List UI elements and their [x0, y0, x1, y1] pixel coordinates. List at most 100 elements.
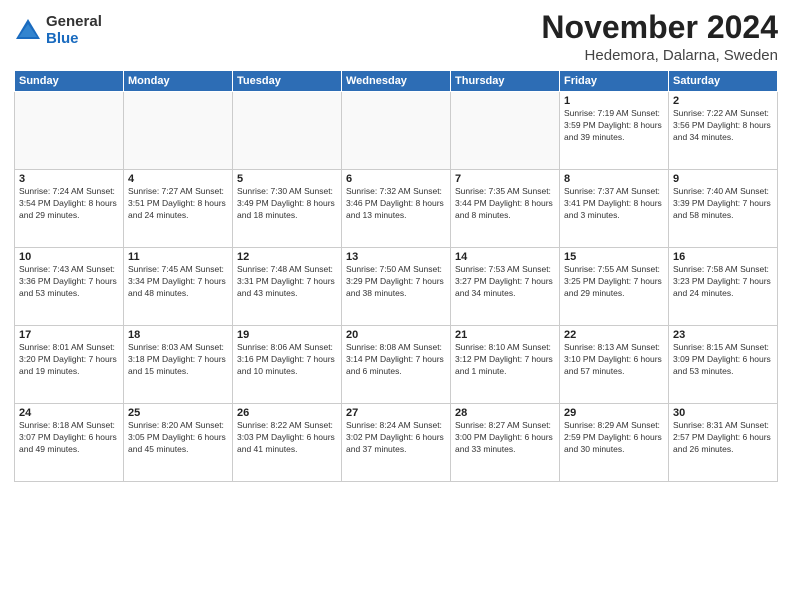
table-row: 3Sunrise: 7:24 AM Sunset: 3:54 PM Daylig…: [15, 170, 124, 248]
table-row: 29Sunrise: 8:29 AM Sunset: 2:59 PM Dayli…: [560, 404, 669, 482]
table-row: 21Sunrise: 8:10 AM Sunset: 3:12 PM Dayli…: [451, 326, 560, 404]
table-row: 10Sunrise: 7:43 AM Sunset: 3:36 PM Dayli…: [15, 248, 124, 326]
day-number: 29: [564, 407, 664, 419]
table-row: 23Sunrise: 8:15 AM Sunset: 3:09 PM Dayli…: [669, 326, 778, 404]
day-number: 25: [128, 407, 228, 419]
col-sunday: Sunday: [15, 71, 124, 92]
table-row: 28Sunrise: 8:27 AM Sunset: 3:00 PM Dayli…: [451, 404, 560, 482]
day-info: Sunrise: 7:22 AM Sunset: 3:56 PM Dayligh…: [673, 108, 773, 144]
day-number: 3: [19, 173, 119, 185]
day-number: 23: [673, 329, 773, 341]
table-row: [451, 92, 560, 170]
day-info: Sunrise: 8:22 AM Sunset: 3:03 PM Dayligh…: [237, 420, 337, 456]
table-row: 25Sunrise: 8:20 AM Sunset: 3:05 PM Dayli…: [124, 404, 233, 482]
day-number: 14: [455, 251, 555, 263]
day-number: 18: [128, 329, 228, 341]
day-info: Sunrise: 7:37 AM Sunset: 3:41 PM Dayligh…: [564, 186, 664, 222]
table-row: 6Sunrise: 7:32 AM Sunset: 3:46 PM Daylig…: [342, 170, 451, 248]
table-row: 26Sunrise: 8:22 AM Sunset: 3:03 PM Dayli…: [233, 404, 342, 482]
day-info: Sunrise: 8:15 AM Sunset: 3:09 PM Dayligh…: [673, 342, 773, 378]
logo-icon: [14, 17, 42, 45]
day-info: Sunrise: 8:27 AM Sunset: 3:00 PM Dayligh…: [455, 420, 555, 456]
table-row: 17Sunrise: 8:01 AM Sunset: 3:20 PM Dayli…: [15, 326, 124, 404]
header: General Blue November 2024 Hedemora, Dal…: [14, 10, 778, 64]
day-number: 9: [673, 173, 773, 185]
day-number: 4: [128, 173, 228, 185]
col-monday: Monday: [124, 71, 233, 92]
day-number: 6: [346, 173, 446, 185]
table-row: 2Sunrise: 7:22 AM Sunset: 3:56 PM Daylig…: [669, 92, 778, 170]
day-number: 22: [564, 329, 664, 341]
page: General Blue November 2024 Hedemora, Dal…: [0, 0, 792, 612]
calendar-week-row: 17Sunrise: 8:01 AM Sunset: 3:20 PM Dayli…: [15, 326, 778, 404]
day-number: 21: [455, 329, 555, 341]
table-row: 7Sunrise: 7:35 AM Sunset: 3:44 PM Daylig…: [451, 170, 560, 248]
day-info: Sunrise: 8:24 AM Sunset: 3:02 PM Dayligh…: [346, 420, 446, 456]
day-number: 12: [237, 251, 337, 263]
table-row: 16Sunrise: 7:58 AM Sunset: 3:23 PM Dayli…: [669, 248, 778, 326]
logo-general: General: [46, 14, 102, 31]
table-row: 8Sunrise: 7:37 AM Sunset: 3:41 PM Daylig…: [560, 170, 669, 248]
table-row: 13Sunrise: 7:50 AM Sunset: 3:29 PM Dayli…: [342, 248, 451, 326]
day-number: 7: [455, 173, 555, 185]
day-info: Sunrise: 7:27 AM Sunset: 3:51 PM Dayligh…: [128, 186, 228, 222]
day-number: 15: [564, 251, 664, 263]
calendar-week-row: 3Sunrise: 7:24 AM Sunset: 3:54 PM Daylig…: [15, 170, 778, 248]
day-number: 5: [237, 173, 337, 185]
table-row: 22Sunrise: 8:13 AM Sunset: 3:10 PM Dayli…: [560, 326, 669, 404]
day-info: Sunrise: 7:30 AM Sunset: 3:49 PM Dayligh…: [237, 186, 337, 222]
table-row: [342, 92, 451, 170]
table-row: [124, 92, 233, 170]
table-row: 1Sunrise: 7:19 AM Sunset: 3:59 PM Daylig…: [560, 92, 669, 170]
day-info: Sunrise: 8:01 AM Sunset: 3:20 PM Dayligh…: [19, 342, 119, 378]
day-number: 1: [564, 95, 664, 107]
table-row: 20Sunrise: 8:08 AM Sunset: 3:14 PM Dayli…: [342, 326, 451, 404]
table-row: 12Sunrise: 7:48 AM Sunset: 3:31 PM Dayli…: [233, 248, 342, 326]
day-number: 19: [237, 329, 337, 341]
title-block: November 2024 Hedemora, Dalarna, Sweden: [541, 10, 778, 64]
day-number: 2: [673, 95, 773, 107]
col-wednesday: Wednesday: [342, 71, 451, 92]
day-info: Sunrise: 8:03 AM Sunset: 3:18 PM Dayligh…: [128, 342, 228, 378]
day-info: Sunrise: 7:24 AM Sunset: 3:54 PM Dayligh…: [19, 186, 119, 222]
day-number: 30: [673, 407, 773, 419]
table-row: [233, 92, 342, 170]
day-info: Sunrise: 7:40 AM Sunset: 3:39 PM Dayligh…: [673, 186, 773, 222]
table-row: 15Sunrise: 7:55 AM Sunset: 3:25 PM Dayli…: [560, 248, 669, 326]
table-row: 18Sunrise: 8:03 AM Sunset: 3:18 PM Dayli…: [124, 326, 233, 404]
calendar-table: Sunday Monday Tuesday Wednesday Thursday…: [14, 70, 778, 482]
day-info: Sunrise: 8:13 AM Sunset: 3:10 PM Dayligh…: [564, 342, 664, 378]
day-number: 8: [564, 173, 664, 185]
logo-blue: Blue: [46, 31, 102, 48]
calendar-week-row: 1Sunrise: 7:19 AM Sunset: 3:59 PM Daylig…: [15, 92, 778, 170]
table-row: 27Sunrise: 8:24 AM Sunset: 3:02 PM Dayli…: [342, 404, 451, 482]
col-thursday: Thursday: [451, 71, 560, 92]
day-info: Sunrise: 8:20 AM Sunset: 3:05 PM Dayligh…: [128, 420, 228, 456]
logo: General Blue: [14, 14, 102, 47]
day-number: 24: [19, 407, 119, 419]
day-info: Sunrise: 8:06 AM Sunset: 3:16 PM Dayligh…: [237, 342, 337, 378]
day-number: 10: [19, 251, 119, 263]
day-number: 11: [128, 251, 228, 263]
day-info: Sunrise: 7:58 AM Sunset: 3:23 PM Dayligh…: [673, 264, 773, 300]
day-info: Sunrise: 7:32 AM Sunset: 3:46 PM Dayligh…: [346, 186, 446, 222]
day-info: Sunrise: 7:48 AM Sunset: 3:31 PM Dayligh…: [237, 264, 337, 300]
day-number: 28: [455, 407, 555, 419]
day-info: Sunrise: 8:29 AM Sunset: 2:59 PM Dayligh…: [564, 420, 664, 456]
day-info: Sunrise: 8:08 AM Sunset: 3:14 PM Dayligh…: [346, 342, 446, 378]
table-row: 11Sunrise: 7:45 AM Sunset: 3:34 PM Dayli…: [124, 248, 233, 326]
day-info: Sunrise: 8:31 AM Sunset: 2:57 PM Dayligh…: [673, 420, 773, 456]
table-row: 19Sunrise: 8:06 AM Sunset: 3:16 PM Dayli…: [233, 326, 342, 404]
table-row: 30Sunrise: 8:31 AM Sunset: 2:57 PM Dayli…: [669, 404, 778, 482]
day-number: 13: [346, 251, 446, 263]
table-row: 9Sunrise: 7:40 AM Sunset: 3:39 PM Daylig…: [669, 170, 778, 248]
day-info: Sunrise: 7:50 AM Sunset: 3:29 PM Dayligh…: [346, 264, 446, 300]
day-info: Sunrise: 8:18 AM Sunset: 3:07 PM Dayligh…: [19, 420, 119, 456]
day-info: Sunrise: 7:55 AM Sunset: 3:25 PM Dayligh…: [564, 264, 664, 300]
day-info: Sunrise: 7:45 AM Sunset: 3:34 PM Dayligh…: [128, 264, 228, 300]
day-info: Sunrise: 7:35 AM Sunset: 3:44 PM Dayligh…: [455, 186, 555, 222]
day-number: 16: [673, 251, 773, 263]
location-title: Hedemora, Dalarna, Sweden: [541, 47, 778, 64]
table-row: 14Sunrise: 7:53 AM Sunset: 3:27 PM Dayli…: [451, 248, 560, 326]
logo-text: General Blue: [46, 14, 102, 47]
